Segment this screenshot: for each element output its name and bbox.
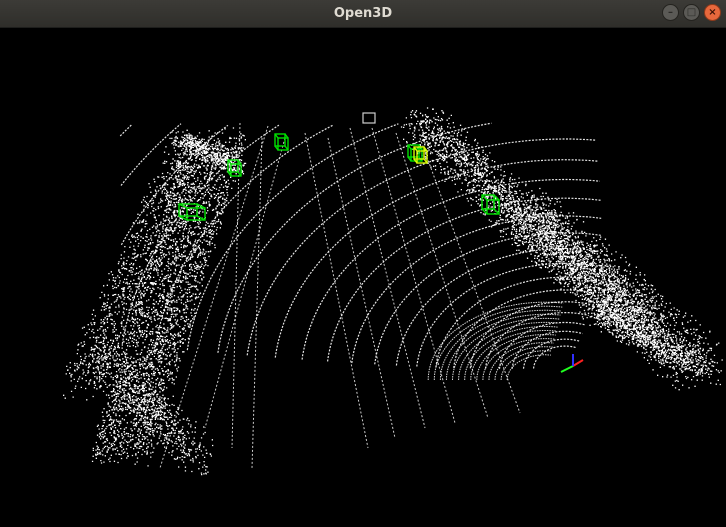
open3d-window: Open3D – □ ×: [0, 0, 726, 527]
x-axis: [572, 359, 584, 367]
window-controls: – □ ×: [662, 4, 721, 23]
bounding-box: [274, 133, 289, 151]
window-title: Open3D: [333, 6, 393, 21]
bounding-boxes: [178, 112, 500, 221]
point-cloud-viewport[interactable]: [0, 28, 726, 527]
point-cloud-scene[interactable]: [0, 28, 726, 527]
y-axis: [560, 365, 574, 373]
bounding-box: [481, 194, 500, 215]
distant-object: [362, 112, 376, 124]
lidar-point-cloud: [63, 107, 723, 476]
coordinate-axes-icon: [560, 354, 584, 373]
maximize-button[interactable]: □: [683, 4, 700, 21]
minimize-button[interactable]: –: [662, 4, 679, 21]
title-bar[interactable]: Open3D – □ ×: [0, 0, 726, 28]
close-button[interactable]: ×: [704, 4, 721, 21]
